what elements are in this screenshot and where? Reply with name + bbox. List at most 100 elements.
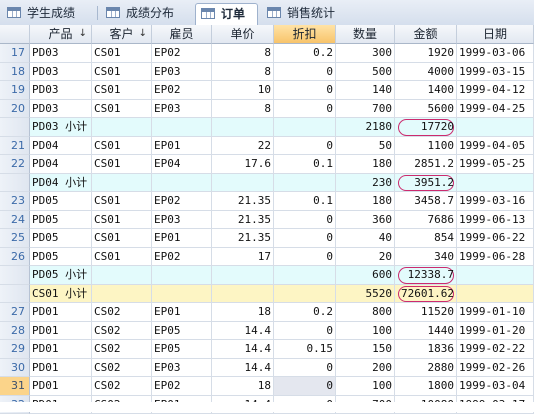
row-number[interactable]: 29 xyxy=(0,340,30,359)
amount-cell[interactable]: 1100 xyxy=(395,137,457,156)
subtotal-label[interactable]: PD05 小计 xyxy=(30,266,92,285)
quantity-cell[interactable]: 180 xyxy=(336,155,395,174)
empty-cell[interactable] xyxy=(212,174,274,193)
product-cell[interactable]: PD03 xyxy=(30,81,92,100)
tab-sales-stats[interactable]: 销售统计 xyxy=(262,3,357,25)
customer-cell[interactable]: CS02 xyxy=(92,377,152,396)
amount-cell[interactable]: 1920 xyxy=(395,44,457,63)
date-cell[interactable]: 1999-06-13 xyxy=(457,211,534,230)
amount-cell[interactable]: 854 xyxy=(395,229,457,248)
subtotal-label[interactable]: CS01 小计 xyxy=(30,285,92,304)
price-cell[interactable]: 14.4 xyxy=(212,359,274,378)
empty-cell[interactable] xyxy=(152,118,212,137)
employee-cell[interactable]: EP01 xyxy=(152,303,212,322)
employee-cell[interactable]: EP02 xyxy=(152,192,212,211)
price-column-header[interactable]: 单价 xyxy=(212,25,274,44)
amount-column-header[interactable]: 金额 xyxy=(395,25,457,44)
tab-student-scores[interactable]: 学生成绩 xyxy=(2,3,95,25)
date-cell[interactable]: 1999-04-12 xyxy=(457,81,534,100)
price-cell[interactable]: 21.35 xyxy=(212,229,274,248)
amount-cell[interactable]: 5600 xyxy=(395,100,457,119)
table-row[interactable]: 29PD01CS02EP0514.40.1515018361999-02-22 xyxy=(0,340,534,359)
empty-cell[interactable] xyxy=(457,285,534,304)
discount-cell[interactable]: 0 xyxy=(274,63,336,82)
product-cell[interactable]: PD01 xyxy=(30,322,92,341)
empty-cell[interactable] xyxy=(152,285,212,304)
discount-cell[interactable]: 0 xyxy=(274,211,336,230)
employee-cell[interactable]: EP05 xyxy=(152,340,212,359)
product-cell[interactable]: PD05 xyxy=(30,248,92,267)
table-row[interactable]: 24PD05CS01EP0321.35036076861999-06-13 xyxy=(0,211,534,230)
price-cell[interactable]: 17 xyxy=(212,248,274,267)
empty-cell[interactable] xyxy=(274,174,336,193)
empty-cell[interactable] xyxy=(457,174,534,193)
quantity-cell[interactable]: 500 xyxy=(336,63,395,82)
subtotal-row[interactable]: PD03 小计218017720 xyxy=(0,118,534,137)
employee-cell[interactable]: EP01 xyxy=(152,229,212,248)
quantity-cell[interactable]: 200 xyxy=(336,359,395,378)
discount-cell[interactable]: 0.1 xyxy=(274,155,336,174)
product-cell[interactable]: PD01 xyxy=(30,340,92,359)
discount-cell[interactable]: 0 xyxy=(274,322,336,341)
table-row[interactable]: 19PD03CS01EP0210014014001999-04-12 xyxy=(0,81,534,100)
empty-cell[interactable] xyxy=(212,285,274,304)
empty-cell[interactable] xyxy=(274,266,336,285)
empty-cell[interactable] xyxy=(92,118,152,137)
product-cell[interactable]: PD04 xyxy=(30,155,92,174)
product-cell[interactable]: PD05 xyxy=(30,211,92,230)
table-row[interactable]: 20PD03CS01EP038070056001999-04-25 xyxy=(0,100,534,119)
date-cell[interactable]: 1999-03-04 xyxy=(457,377,534,396)
quantity-cell[interactable]: 700 xyxy=(336,100,395,119)
product-cell[interactable]: PD01 xyxy=(30,359,92,378)
empty-cell[interactable] xyxy=(92,174,152,193)
empty-cell[interactable] xyxy=(457,118,534,137)
product-cell[interactable]: PD05 xyxy=(30,229,92,248)
customer-column-header[interactable]: 客户↓ xyxy=(92,25,152,44)
subtotal-label[interactable]: PD03 小计 xyxy=(30,118,92,137)
customer-cell[interactable]: CS02 xyxy=(92,359,152,378)
customer-cell[interactable]: CS01 xyxy=(92,155,152,174)
amount-cell[interactable]: 1400 xyxy=(395,81,457,100)
row-number[interactable]: 21 xyxy=(0,137,30,156)
date-cell[interactable]: 1999-03-15 xyxy=(457,63,534,82)
date-cell[interactable]: 1999-03-16 xyxy=(457,192,534,211)
customer-cell[interactable]: CS01 xyxy=(92,192,152,211)
amount-cell[interactable]: 2880 xyxy=(395,359,457,378)
row-number[interactable]: 28 xyxy=(0,322,30,341)
date-cell[interactable]: 1999-01-20 xyxy=(457,322,534,341)
customer-cell[interactable]: CS01 xyxy=(92,63,152,82)
discount-cell[interactable]: 0 xyxy=(274,100,336,119)
price-cell[interactable]: 14.4 xyxy=(212,340,274,359)
amount-cell[interactable]: 2851.2 xyxy=(395,155,457,174)
discount-cell[interactable]: 0 xyxy=(274,81,336,100)
employee-cell[interactable]: EP03 xyxy=(152,359,212,378)
date-cell[interactable]: 1999-06-28 xyxy=(457,248,534,267)
row-number[interactable]: 25 xyxy=(0,229,30,248)
product-column-header[interactable]: 产品↓ xyxy=(30,25,92,44)
subtotal-quantity[interactable]: 230 xyxy=(336,174,395,193)
row-number[interactable]: 23 xyxy=(0,192,30,211)
employee-cell[interactable]: EP02 xyxy=(152,248,212,267)
quantity-cell[interactable]: 100 xyxy=(336,377,395,396)
price-cell[interactable]: 18 xyxy=(212,377,274,396)
quantity-cell[interactable]: 100 xyxy=(336,322,395,341)
discount-cell[interactable]: 0 xyxy=(274,229,336,248)
table-row[interactable]: 26PD05CS01EP02170203401999-06-28 xyxy=(0,248,534,267)
empty-cell[interactable] xyxy=(152,266,212,285)
subtotal-row[interactable]: PD04 小计2303951.2 xyxy=(0,174,534,193)
customer-cell[interactable]: CS01 xyxy=(92,137,152,156)
row-number[interactable] xyxy=(0,285,30,304)
date-cell[interactable]: 1999-05-25 xyxy=(457,155,534,174)
amount-cell[interactable]: 4000 xyxy=(395,63,457,82)
table-row[interactable]: 25PD05CS01EP0121.350408541999-06-22 xyxy=(0,229,534,248)
empty-cell[interactable] xyxy=(92,285,152,304)
subtotal-row[interactable]: PD05 小计60012338.7 xyxy=(0,266,534,285)
row-number[interactable]: 26 xyxy=(0,248,30,267)
employee-cell[interactable]: EP02 xyxy=(152,81,212,100)
product-cell[interactable]: PD04 xyxy=(30,137,92,156)
product-cell[interactable]: PD03 xyxy=(30,44,92,63)
amount-cell[interactable]: 340 xyxy=(395,248,457,267)
quantity-cell[interactable]: 140 xyxy=(336,81,395,100)
subtotal-quantity[interactable]: 5520 xyxy=(336,285,395,304)
employee-cell[interactable]: EP02 xyxy=(152,44,212,63)
